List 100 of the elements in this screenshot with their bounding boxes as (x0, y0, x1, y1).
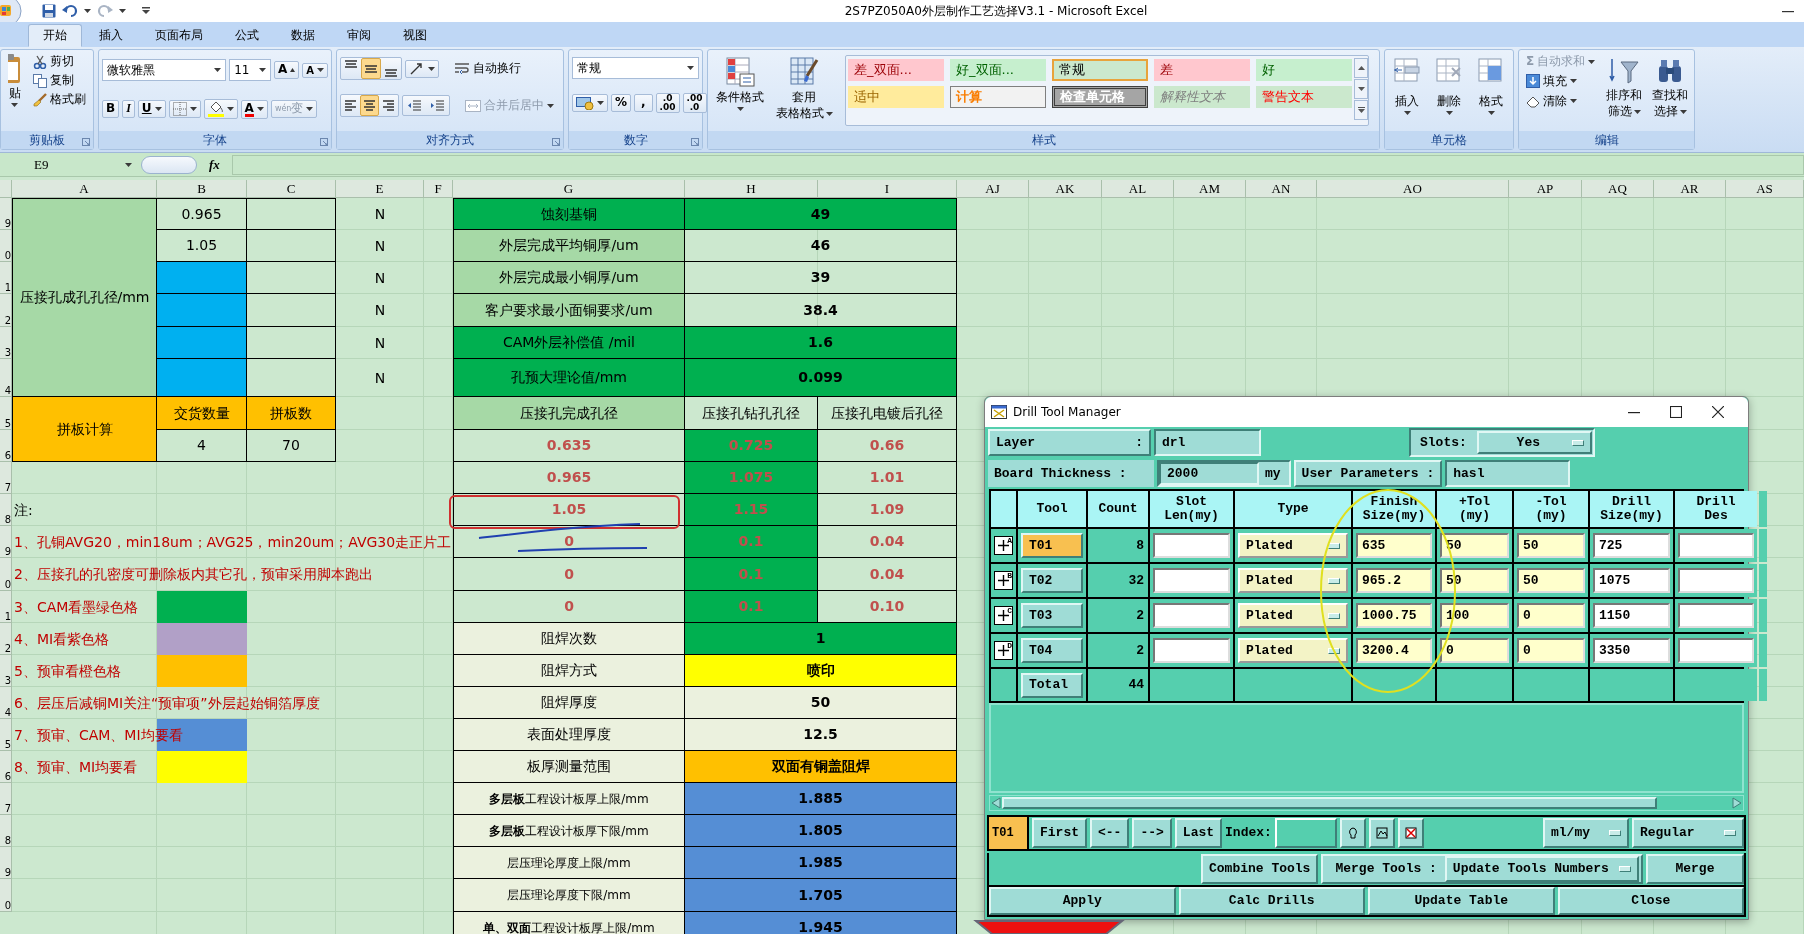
column-header[interactable]: AL (1102, 180, 1174, 198)
minus-tolerance-field[interactable]: 50 (1517, 568, 1585, 593)
insert-function-button[interactable]: fx (203, 154, 226, 175)
finish-size-field[interactable]: 3200.4 (1356, 638, 1432, 663)
column-header[interactable]: I (818, 180, 957, 198)
total-button[interactable]: Total (1021, 672, 1083, 698)
action-button[interactable]: Calc Drills (1178, 887, 1365, 915)
row-header[interactable]: 9 (0, 198, 12, 230)
action-button[interactable]: Update Table (1368, 887, 1555, 915)
slot-length-field[interactable] (1153, 533, 1230, 558)
ribbon-tab[interactable]: 公式 (220, 24, 274, 47)
wrap-text-button[interactable]: 自动换行 (450, 59, 525, 78)
formula-field[interactable] (231, 154, 1804, 175)
column-header[interactable]: F (424, 180, 453, 198)
gallery-more-button[interactable] (1354, 100, 1368, 120)
slots-dropdown[interactable]: Yes (1476, 431, 1592, 454)
clear-button[interactable]: 清除 (1522, 92, 1600, 111)
row-header[interactable]: 5 (0, 719, 12, 751)
finish-size-field[interactable]: 635 (1356, 533, 1432, 558)
column-header[interactable]: C (247, 180, 336, 198)
row-header[interactable]: 4 (0, 687, 12, 719)
finish-size-field[interactable]: 965.2 (1356, 568, 1432, 593)
user-parameters-button[interactable]: User Parameters : (1293, 460, 1443, 487)
borders-button[interactable] (168, 100, 201, 118)
ribbon-tab[interactable]: 视图 (388, 24, 442, 47)
fill-color-button[interactable] (203, 99, 238, 119)
column-header[interactable]: AN (1246, 180, 1317, 198)
column-header[interactable]: AM (1174, 180, 1246, 198)
type-dropdown[interactable]: Plated (1238, 603, 1348, 628)
row-header[interactable]: 0 (0, 879, 12, 912)
nav-button[interactable]: <-- (1090, 818, 1130, 848)
drill-description-field[interactable] (1678, 603, 1754, 628)
action-button[interactable]: Apply (989, 887, 1176, 915)
drill-size-field[interactable]: 1075 (1593, 568, 1670, 593)
currency-button[interactable] (572, 94, 608, 112)
grow-font-button[interactable]: A (273, 61, 300, 79)
nav-button[interactable]: First (1032, 818, 1087, 848)
nav-button[interactable]: --> (1132, 818, 1172, 848)
expand-button[interactable]: C (994, 606, 1013, 625)
column-header[interactable]: G (453, 180, 685, 198)
sort-filter-button[interactable]: 排序和 筛选 (1603, 53, 1646, 128)
tool-button[interactable]: T01 (1021, 533, 1083, 558)
finish-size-field[interactable]: 1000.75 (1356, 603, 1432, 628)
underline-button[interactable]: U (137, 100, 166, 118)
number-format-dropdown[interactable]: 常规 (572, 57, 699, 79)
orientation-button[interactable] (405, 59, 439, 78)
column-header[interactable]: E (336, 180, 424, 198)
drill-description-field[interactable] (1678, 533, 1754, 558)
minus-tolerance-field[interactable]: 50 (1517, 533, 1585, 558)
scroll-down-button[interactable] (1354, 79, 1368, 99)
cell-style-item[interactable]: 常规 (1052, 59, 1148, 81)
slot-length-field[interactable] (1153, 638, 1230, 663)
merge-option-dropdown[interactable]: Update Tools Numbers (1444, 856, 1639, 882)
type-dropdown[interactable]: Plated (1238, 533, 1348, 558)
copy-button[interactable]: 复制 (29, 72, 90, 90)
row-header[interactable]: 6 (0, 751, 12, 783)
row-header[interactable]: 9 (0, 847, 12, 879)
slot-length-field[interactable] (1153, 568, 1230, 593)
fill-button[interactable]: 填充 (1522, 72, 1600, 91)
minus-tolerance-field[interactable]: 0 (1517, 638, 1585, 663)
user-parameters-field[interactable]: hasl (1445, 460, 1571, 487)
insert-cells-button[interactable]: 插入 (1388, 53, 1426, 128)
italic-button[interactable]: I (122, 100, 135, 118)
column-header[interactable]: A (12, 180, 157, 198)
row-header[interactable]: 3 (0, 655, 12, 687)
comma-button[interactable]: , (634, 94, 653, 112)
cell-style-item[interactable]: 差_双面... (848, 59, 944, 81)
cell-style-item[interactable]: 好_双面... (950, 59, 1046, 81)
cell-style-item[interactable]: 好 (1256, 59, 1352, 81)
index-field[interactable] (1274, 818, 1337, 848)
units-dropdown[interactable]: ml/my (1543, 818, 1629, 848)
plus-tolerance-field[interactable]: 0 (1440, 638, 1509, 663)
row-header[interactable]: 8 (0, 494, 12, 526)
tool-icon-button[interactable] (1339, 818, 1366, 848)
row-header[interactable]: 2 (0, 623, 12, 655)
row-header[interactable]: 8 (0, 815, 12, 847)
type-dropdown[interactable]: Plated (1238, 638, 1348, 663)
scroll-up-button[interactable] (1354, 58, 1368, 78)
ribbon-tab[interactable]: 页面布局 (140, 24, 218, 47)
column-header[interactable]: H (685, 180, 818, 198)
cut-button[interactable]: 剪切 (29, 53, 90, 71)
ribbon-tab[interactable]: 数据 (276, 24, 330, 47)
tool-button[interactable]: T02 (1021, 568, 1083, 593)
action-button[interactable]: Close (1557, 887, 1744, 915)
conditional-format-button[interactable]: 条件格式 (711, 53, 769, 128)
row-header[interactable]: 9 (0, 526, 12, 558)
row-header[interactable]: 0 (0, 230, 12, 262)
font-color-button[interactable]: A (240, 99, 268, 119)
expand-button[interactable]: A (994, 536, 1013, 555)
decrease-decimal-button[interactable]: .00 .0 (682, 93, 707, 113)
font-family-dropdown[interactable]: 微软雅黑 (102, 59, 227, 81)
row-header[interactable]: 6 (0, 430, 12, 462)
nav-button[interactable]: Last (1174, 818, 1223, 848)
ribbon-tab[interactable]: 审阅 (332, 24, 386, 47)
drill-size-field[interactable]: 3350 (1593, 638, 1670, 663)
horizontal-scrollbar[interactable] (989, 795, 1744, 811)
drill-size-field[interactable]: 1150 (1593, 603, 1670, 628)
row-header[interactable]: 1 (0, 591, 12, 623)
row-header[interactable]: 7 (0, 783, 12, 815)
cell-style-item[interactable]: 适中 (848, 86, 944, 108)
